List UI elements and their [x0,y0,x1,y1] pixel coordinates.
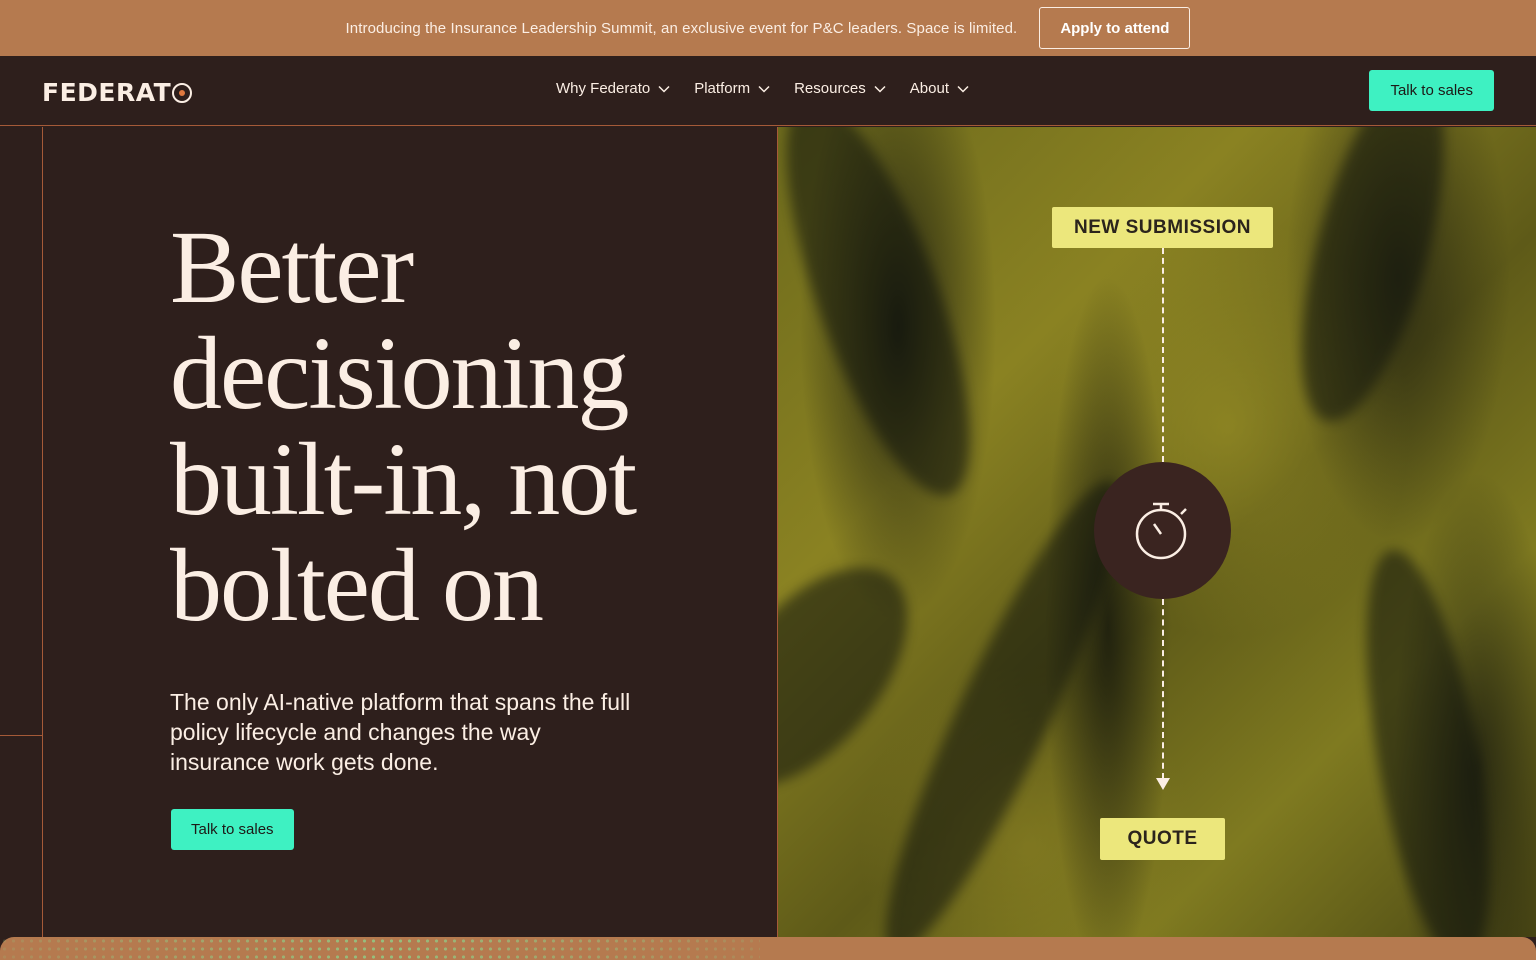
chevron-down-icon [957,85,969,93]
nav-item-label: Resources [794,80,866,97]
decorative-vertical-rule [42,127,43,937]
headline-line: decisioning [170,316,629,431]
chevron-down-icon [658,85,670,93]
headline-line: built-in, not [170,422,637,537]
decorative-horizontal-rule [0,735,42,736]
logo-o-icon [172,82,193,103]
hero-content: Better decisioning built-in, not bolted … [0,127,778,937]
texture-streak [778,532,946,822]
nav-menu: Why Federato Platform Resources About [556,80,969,97]
hero-graphic: NEW SUBMISSION QUOTE [778,127,1536,937]
chevron-down-icon [874,85,886,93]
talk-to-sales-hero-button[interactable]: Talk to sales [171,809,294,850]
announcement-bar: Introducing the Insurance Leadership Sum… [0,0,1536,56]
nav-item-resources[interactable]: Resources [794,80,886,97]
nav-item-label: Platform [694,80,751,97]
texture-streak [1273,127,1473,436]
main-nav: FEDERAT Why Federato Platform Resources … [0,56,1536,126]
nav-item-label: About [909,80,949,97]
nav-item-about[interactable]: About [910,80,969,97]
new-submission-tag: NEW SUBMISSION [1052,207,1273,248]
nav-item-why-federato[interactable]: Why Federato [556,80,670,97]
headline-line: Better [170,210,414,325]
quote-tag: QUOTE [1100,818,1225,860]
stopwatch-badge [1094,462,1231,599]
federato-logo[interactable]: FEDERAT [42,78,193,107]
arrow-down-icon [1156,778,1170,790]
texture-streak [1342,541,1514,937]
dot-pattern [0,937,760,960]
chevron-down-icon [758,85,770,93]
talk-to-sales-nav-button[interactable]: Talk to sales [1369,70,1494,111]
headline-line: bolted on [170,528,544,643]
next-section-edge [0,937,1536,960]
texture-streak [778,127,1007,515]
hero-headline: Better decisioning built-in, not bolted … [170,215,750,639]
announcement-text: Introducing the Insurance Leadership Sum… [345,19,1018,37]
flow-dashed-line-bottom [1162,599,1164,779]
apply-to-attend-button[interactable]: Apply to attend [1039,7,1191,49]
nav-item-label: Why Federato [556,80,651,97]
hero-subheadline: The only AI-native platform that spans t… [170,689,631,775]
flow-dashed-line-top [1162,248,1164,462]
stopwatch-icon [1135,502,1187,559]
nav-item-platform[interactable]: Platform [694,80,770,97]
logo-text: FEDERAT [42,78,172,107]
